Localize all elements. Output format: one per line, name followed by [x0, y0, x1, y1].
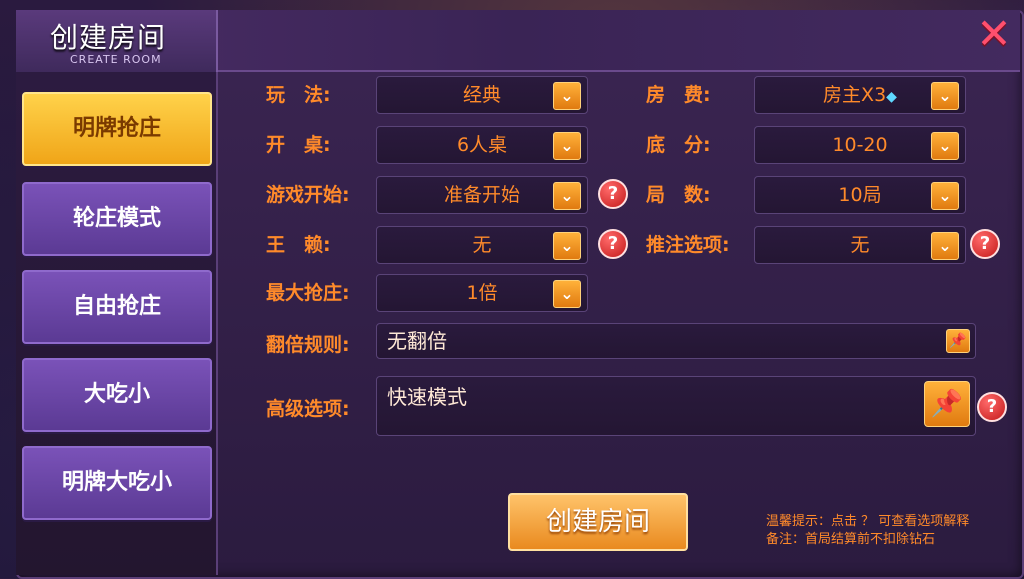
help-icon[interactable]: ?: [598, 229, 628, 259]
advanced-value: 快速模式: [387, 385, 467, 409]
chevron-down-icon[interactable]: ⌄: [931, 232, 959, 260]
sidebar-item-dachixiao[interactable]: 大吃小: [22, 358, 212, 432]
help-icon[interactable]: ?: [970, 229, 1000, 259]
base-value: 10-20: [832, 134, 888, 156]
fee-label: 房 费:: [646, 84, 711, 106]
double-label: 翻倍规则:: [266, 334, 350, 356]
play-label: 玩 法:: [266, 84, 331, 106]
help-icon[interactable]: ?: [598, 179, 628, 209]
dialog-subtitle: CREATE ROOM: [70, 53, 162, 66]
diamond-icon: ◆: [886, 89, 897, 105]
tip-line-1: 温馨提示：点击 ？ 可查看选项解释: [766, 514, 970, 529]
rounds-select[interactable]: 10局 ⌄: [754, 176, 966, 214]
base-select[interactable]: 10-20 ⌄: [754, 126, 966, 164]
rounds-label: 局 数:: [646, 184, 711, 206]
mode-sidebar: 明牌抢庄 轮庄模式 自由抢庄 大吃小 明牌大吃小: [16, 72, 218, 575]
start-select[interactable]: 准备开始 ⌄: [376, 176, 588, 214]
push-select[interactable]: 无 ⌄: [754, 226, 966, 264]
tip-line-2: 备注：首局结算前不扣除钻石: [766, 532, 936, 547]
rounds-value: 10局: [838, 184, 882, 206]
advanced-options-field[interactable]: 快速模式: [376, 376, 976, 436]
chevron-down-icon[interactable]: ⌄: [931, 132, 959, 160]
start-value: 准备开始: [443, 184, 520, 206]
chevron-down-icon[interactable]: ⌄: [931, 182, 959, 210]
push-value: 无: [850, 234, 870, 256]
wild-label: 王 赖:: [266, 234, 331, 256]
table-value: 6人桌: [456, 134, 508, 156]
pin-icon[interactable]: 📌: [924, 381, 970, 427]
wild-select[interactable]: 无 ⌄: [376, 226, 588, 264]
close-icon[interactable]: ✕: [974, 13, 1014, 55]
maxbank-label: 最大抢庄:: [266, 282, 350, 304]
chevron-down-icon[interactable]: ⌄: [931, 82, 959, 110]
help-icon[interactable]: ?: [977, 392, 1007, 422]
table-label: 开 桌:: [266, 134, 331, 156]
dialog-title: 创建房间: [50, 21, 167, 54]
double-value: 无翻倍: [387, 329, 447, 353]
chevron-down-icon[interactable]: ⌄: [553, 132, 581, 160]
sidebar-item-ziyou-qiangzhuang[interactable]: 自由抢庄: [22, 270, 212, 344]
sidebar-item-mingpai-dachixiao[interactable]: 明牌大吃小: [22, 446, 212, 520]
double-rule-field[interactable]: 无翻倍: [376, 323, 976, 359]
push-label: 推注选项:: [646, 234, 730, 256]
start-label: 游戏开始:: [266, 184, 350, 206]
pin-icon[interactable]: 📌: [946, 329, 970, 353]
wild-value: 无: [472, 234, 492, 256]
chevron-down-icon[interactable]: ⌄: [553, 232, 581, 260]
create-room-button[interactable]: 创建房间: [508, 493, 688, 551]
chevron-down-icon[interactable]: ⌄: [553, 182, 581, 210]
sidebar-item-mingpai-qiangzhuang[interactable]: 明牌抢庄: [22, 92, 212, 166]
table-select[interactable]: 6人桌 ⌄: [376, 126, 588, 164]
maxbank-select[interactable]: 1倍 ⌄: [376, 274, 588, 312]
advanced-label: 高级选项:: [266, 398, 350, 420]
fee-value: 房主X3: [823, 84, 887, 106]
play-value: 经典: [462, 84, 501, 106]
play-select[interactable]: 经典 ⌄: [376, 76, 588, 114]
chevron-down-icon[interactable]: ⌄: [553, 82, 581, 110]
fee-select[interactable]: 房主X3◆ ⌄: [754, 76, 966, 114]
sidebar-item-lunzhuang[interactable]: 轮庄模式: [22, 182, 212, 256]
base-label: 底 分:: [646, 134, 711, 156]
chevron-down-icon[interactable]: ⌄: [553, 280, 581, 308]
maxbank-value: 1倍: [466, 282, 498, 304]
